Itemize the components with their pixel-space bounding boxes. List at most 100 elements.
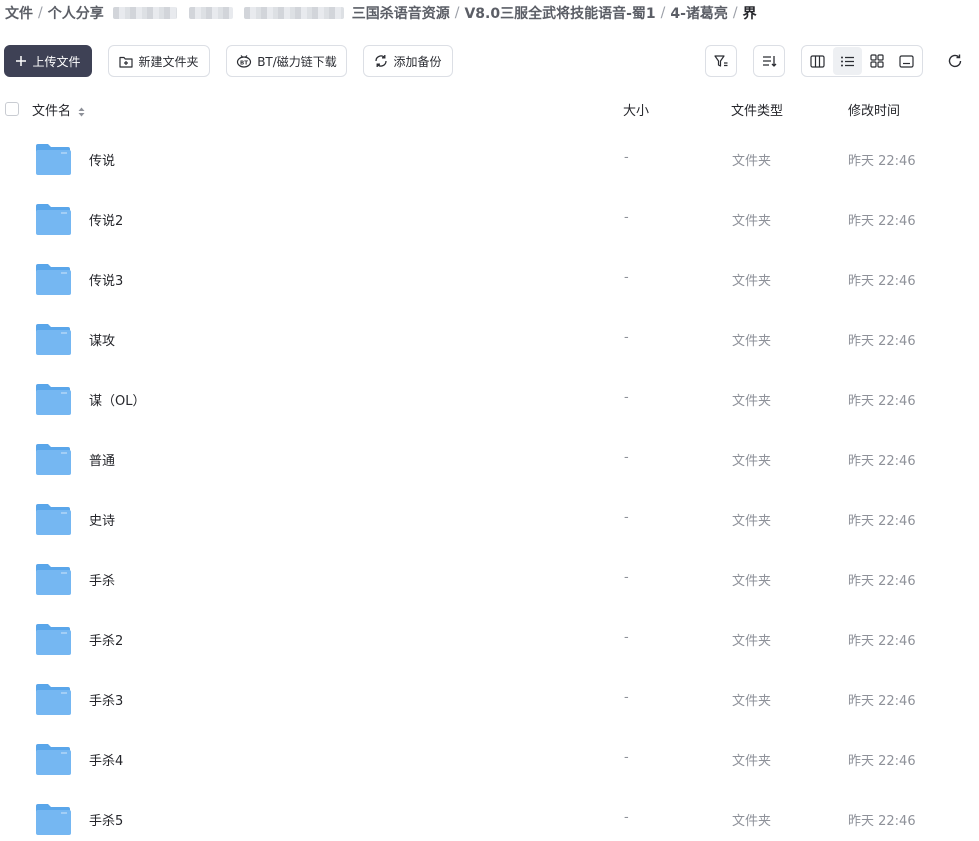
folder-icon — [36, 264, 71, 295]
breadcrumb-separator: / — [732, 5, 738, 21]
breadcrumb-item-v8[interactable]: V8.0三服全武将技能语音-蜀1 — [464, 3, 655, 23]
file-name: 手杀4 — [89, 754, 124, 769]
file-size: - — [624, 510, 629, 525]
file-name: 传说2 — [89, 214, 124, 229]
table-header: 文件名 大小 文件类型 修改时间 — [0, 96, 979, 122]
file-type: 文件夹 — [732, 754, 772, 769]
breadcrumb-item-current: 界 — [742, 6, 757, 22]
toolbar: 上传文件 新建文件夹 BT BT/磁力链下载 添加备份 — [4, 45, 979, 77]
file-name: 手杀3 — [89, 694, 124, 709]
column-header-type[interactable]: 文件类型 — [731, 100, 783, 119]
file-modified-time: 昨天 22:46 — [848, 574, 916, 589]
file-modified-time: 昨天 22:46 — [848, 154, 916, 169]
file-type: 文件夹 — [732, 514, 772, 529]
sort-icon — [763, 56, 777, 67]
sync-icon — [375, 55, 388, 67]
upload-button-label: 上传文件 — [32, 54, 81, 69]
breadcrumb-separator: / — [660, 5, 666, 21]
file-modified-time: 昨天 22:46 — [848, 694, 916, 709]
select-all-checkbox[interactable] — [5, 102, 19, 116]
refresh-button[interactable] — [943, 45, 967, 77]
columns-view-button[interactable] — [803, 47, 833, 75]
breadcrumb-redacted — [188, 7, 233, 19]
column-header-time[interactable]: 修改时间 — [848, 100, 900, 119]
table-row[interactable]: 手杀3 - 文件夹 昨天 22:46 — [0, 669, 979, 729]
upload-button[interactable]: 上传文件 — [4, 45, 92, 77]
folder-icon — [36, 324, 71, 355]
add-backup-button-label: 添加备份 — [393, 54, 442, 69]
breadcrumb-item-personal-share[interactable]: 个人分享 — [48, 3, 104, 23]
file-modified-time: 昨天 22:46 — [848, 814, 916, 829]
filter-button[interactable] — [705, 45, 737, 77]
breadcrumb-item-zhugeliang[interactable]: 4-诸葛亮 — [670, 3, 728, 23]
file-size: - — [624, 630, 629, 645]
column-header-size[interactable]: 大小 — [623, 100, 649, 119]
column-header-name-label: 文件名 — [32, 104, 72, 119]
file-modified-time: 昨天 22:46 — [848, 514, 916, 529]
column-header-name[interactable]: 文件名 — [32, 100, 85, 119]
breadcrumb-redacted — [243, 7, 344, 19]
list-view-button[interactable] — [832, 47, 862, 75]
file-size: - — [624, 810, 629, 825]
breadcrumb-separator: / — [38, 5, 43, 21]
file-type: 文件夹 — [732, 154, 772, 169]
list-view-icon — [840, 56, 854, 66]
table-row[interactable]: 手杀5 - 文件夹 昨天 22:46 — [0, 789, 979, 841]
folder-icon — [36, 204, 71, 235]
folder-icon — [36, 444, 71, 475]
file-name: 普通 — [89, 454, 116, 469]
file-size: - — [624, 570, 629, 585]
file-size: - — [624, 450, 629, 465]
bt-icon: BT — [237, 55, 252, 68]
file-type: 文件夹 — [732, 454, 772, 469]
folder-icon — [36, 744, 71, 775]
file-size: - — [624, 150, 629, 165]
preview-view-button[interactable] — [892, 47, 922, 75]
new-folder-button-label: 新建文件夹 — [138, 54, 199, 69]
file-size: - — [624, 210, 629, 225]
view-mode-group — [801, 45, 923, 77]
table-row[interactable]: 传说 - 文件夹 昨天 22:46 — [0, 129, 979, 189]
file-type: 文件夹 — [732, 634, 772, 649]
breadcrumb: 文件 / 个人分享 三国杀语音资源 / V8.0三服全武将技能语音-蜀1 / 4… — [5, 3, 757, 23]
file-size: - — [624, 330, 629, 345]
columns-view-icon — [810, 54, 825, 68]
table-row[interactable]: 谋（OL） - 文件夹 昨天 22:46 — [0, 369, 979, 429]
file-size: - — [624, 270, 629, 285]
file-modified-time: 昨天 22:46 — [848, 214, 916, 229]
table-row[interactable]: 手杀4 - 文件夹 昨天 22:46 — [0, 729, 979, 789]
table-row[interactable]: 普通 - 文件夹 昨天 22:46 — [0, 429, 979, 489]
breadcrumb-redacted — [112, 7, 177, 19]
breadcrumb-separator: / — [454, 5, 460, 21]
file-type: 文件夹 — [732, 694, 772, 709]
file-type: 文件夹 — [732, 394, 772, 409]
folder-icon — [36, 504, 71, 535]
grid-view-icon — [870, 54, 884, 68]
add-backup-button[interactable]: 添加备份 — [363, 45, 453, 77]
file-size: - — [624, 690, 629, 705]
table-row[interactable]: 谋攻 - 文件夹 昨天 22:46 — [0, 309, 979, 369]
preview-view-icon — [899, 54, 914, 68]
new-folder-button[interactable]: 新建文件夹 — [108, 45, 210, 77]
sort-button[interactable] — [753, 45, 785, 77]
grid-view-button[interactable] — [862, 47, 892, 75]
table-row[interactable]: 传说3 - 文件夹 昨天 22:46 — [0, 249, 979, 309]
file-modified-time: 昨天 22:46 — [848, 754, 916, 769]
file-type: 文件夹 — [732, 214, 772, 229]
bt-download-button[interactable]: BT BT/磁力链下载 — [226, 45, 347, 77]
breadcrumb-item-files[interactable]: 文件 — [5, 3, 33, 23]
table-row[interactable]: 史诗 - 文件夹 昨天 22:46 — [0, 489, 979, 549]
breadcrumb-item-sgs-voice[interactable]: 三国杀语音资源 — [352, 3, 450, 23]
file-name: 传说 — [89, 154, 116, 169]
folder-icon — [36, 684, 71, 715]
folder-icon — [36, 384, 71, 415]
folder-icon — [36, 624, 71, 655]
table-row[interactable]: 手杀2 - 文件夹 昨天 22:46 — [0, 609, 979, 669]
sort-toggle-icon — [78, 107, 85, 116]
file-name: 谋（OL） — [89, 394, 146, 409]
bt-download-button-label: BT/磁力链下载 — [257, 54, 337, 69]
table-row[interactable]: 手杀 - 文件夹 昨天 22:46 — [0, 549, 979, 609]
file-type: 文件夹 — [732, 574, 772, 589]
filter-icon — [714, 55, 728, 67]
table-row[interactable]: 传说2 - 文件夹 昨天 22:46 — [0, 189, 979, 249]
